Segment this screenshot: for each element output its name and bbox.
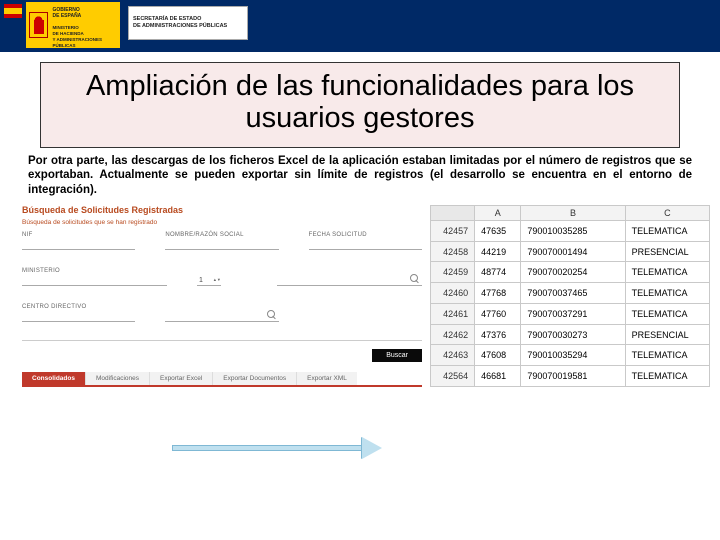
ministry-text: GOBIERNO DE ESPAÑA MINISTERIO DE HACIEND… [52,1,117,49]
slide-title: Ampliación de las funcionalidades para l… [51,71,669,135]
secretary-block: SECRETARÍA DE ESTADO DE ADMINISTRACIONES… [128,6,248,40]
input-lookup-2[interactable] [165,312,278,322]
input-nif[interactable] [22,240,135,250]
tab-modificaciones[interactable]: Modificaciones [85,372,149,385]
excel-preview: A B C 4245747635790010035285TELEMATICA42… [430,205,710,387]
coat-of-arms-icon [29,12,48,38]
input-nombre[interactable] [165,240,278,250]
label-censo: CENTRO DIRECTIVO [22,304,135,310]
tab-consolidados[interactable]: Consolidados [22,372,85,385]
callout-arrow [172,435,382,461]
arrow-right-icon [362,437,382,459]
row-header: 42459 [431,262,475,283]
table-row: 4245747635790010035285TELEMATICA [431,220,710,241]
cell-a: 47768 [475,283,521,304]
app-title: Búsqueda de Solicitudes Registradas [22,205,422,215]
col-C: C [625,205,709,220]
gov-header: GOBIERNO DE ESPAÑA MINISTERIO DE HACIEND… [0,0,720,52]
table-row: 4246347608790010035294TELEMATICA [431,345,710,366]
slide-title-box: Ampliación de las funcionalidades para l… [40,62,680,148]
cell-b: 790010035285 [521,220,625,241]
row-header: 42564 [431,366,475,387]
table-row: 4245948774790070020254TELEMATICA [431,262,710,283]
separator [22,340,422,341]
row-header: 42461 [431,303,475,324]
cell-c: PRESENCIAL [625,324,709,345]
col-A: A [475,205,521,220]
search-button[interactable]: Buscar [372,349,422,362]
ministry-block: GOBIERNO DE ESPAÑA MINISTERIO DE HACIEND… [26,2,120,48]
table-row: 4246247376790070030273PRESENCIAL [431,324,710,345]
app-screenshot: Búsqueda de Solicitudes Registradas Búsq… [22,205,422,387]
search-icon[interactable] [267,310,277,320]
cell-b: 790070037465 [521,283,625,304]
cell-a: 47760 [475,303,521,324]
cell-c: TELEMATICA [625,220,709,241]
row-header: 42458 [431,241,475,262]
corner-cell [431,205,475,220]
stepper-input[interactable]: 1 ▲▼ [197,276,221,286]
table-row: 4246147760790070037291TELEMATICA [431,303,710,324]
tab-exportar-documentos[interactable]: Exportar Documentos [212,372,296,385]
input-lookup-1[interactable] [277,276,422,286]
cell-b: 790070019581 [521,366,625,387]
label-ministerio: MINISTERIO [22,268,167,274]
cell-a: 48774 [475,262,521,283]
input-ministerio[interactable] [22,276,167,286]
row-header: 42463 [431,345,475,366]
cell-c: PRESENCIAL [625,241,709,262]
col-B: B [521,205,625,220]
stepper-arrows-icon[interactable]: ▲▼ [213,278,219,282]
content-row: Búsqueda de Solicitudes Registradas Búsq… [22,205,710,387]
cell-a: 44219 [475,241,521,262]
row-header: 42462 [431,324,475,345]
label-nif: NIF [22,232,135,238]
table-row: 4245844219790070001494PRESENCIAL [431,241,710,262]
slide-paragraph: Por otra parte, las descargas de los fic… [28,154,692,197]
cell-b: 790070037291 [521,303,625,324]
cell-c: TELEMATICA [625,283,709,304]
table-row: 4256446681790070019581TELEMATICA [431,366,710,387]
spain-flag [4,4,22,18]
table-row: 4246047768790070037465TELEMATICA [431,283,710,304]
cell-b: 790070030273 [521,324,625,345]
tab-exportar-excel[interactable]: Exportar Excel [149,372,212,385]
tab-exportar-xml[interactable]: Exportar XML [296,372,357,385]
input-censo[interactable] [22,312,135,322]
search-icon[interactable] [410,274,420,284]
app-subtitle: Búsqueda de solicitudes que se han regis… [22,219,422,226]
cell-c: TELEMATICA [625,303,709,324]
cell-b: 790070001494 [521,241,625,262]
row-header: 42460 [431,283,475,304]
cell-c: TELEMATICA [625,345,709,366]
input-fecha[interactable] [309,240,422,250]
cell-b: 790010035294 [521,345,625,366]
cell-a: 47635 [475,220,521,241]
cell-c: TELEMATICA [625,366,709,387]
label-fecha: FECHA SOLICITUD [309,232,422,238]
cell-c: TELEMATICA [625,262,709,283]
result-tabs: Consolidados Modificaciones Exportar Exc… [22,372,422,387]
cell-a: 47376 [475,324,521,345]
cell-a: 47608 [475,345,521,366]
row-header: 42457 [431,220,475,241]
label-nombre: NOMBRE/RAZÓN SOCIAL [165,232,278,238]
cell-a: 46681 [475,366,521,387]
cell-b: 790070020254 [521,262,625,283]
